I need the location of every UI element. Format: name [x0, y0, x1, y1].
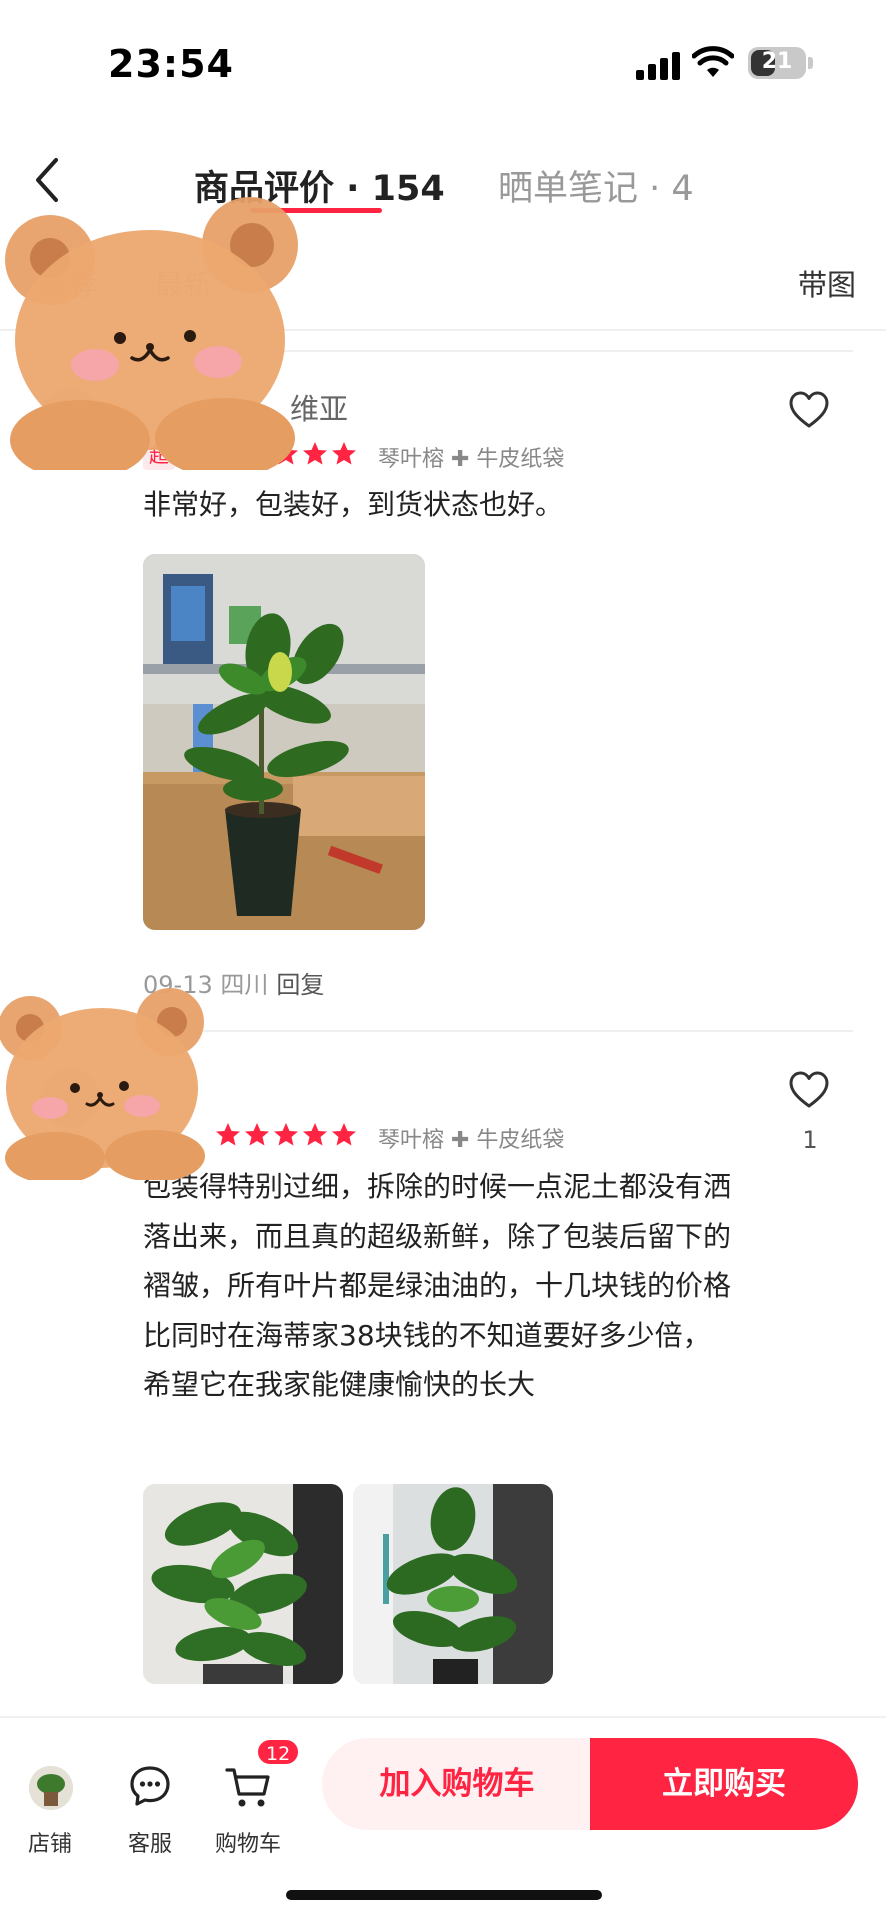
chat-bubble-icon: [130, 1766, 170, 1806]
sku-variant: 琴叶榕 ✚ 牛皮纸袋: [378, 447, 565, 472]
star-icon: [303, 442, 327, 465]
home-indicator: [286, 1890, 602, 1900]
buy-now-button[interactable]: 立即购买: [590, 1738, 858, 1830]
shopping-cart-icon: [225, 1768, 270, 1807]
bear-sticker: [5, 197, 298, 470]
heart-outline-icon[interactable]: [788, 390, 830, 430]
tab-notes[interactable]: 晒单笔记 · 4: [498, 160, 694, 211]
wifi-icon: [692, 46, 734, 77]
store-avatar: [29, 1766, 73, 1810]
review-text: 包装得特别过细，拆除的时候一点泥土都没有洒落出来，而且真的超级新鲜，除了包装后留…: [143, 1170, 732, 1401]
star-icon: [245, 1123, 269, 1146]
filter-with-image[interactable]: 带图: [798, 262, 856, 304]
star-icon: [303, 1123, 327, 1146]
status-bar: 23:54 21: [0, 0, 886, 130]
review-photo[interactable]: [143, 1484, 343, 1684]
battery-tip: [808, 57, 813, 69]
service-label: 客服: [127, 1832, 172, 1857]
star-icon: [332, 442, 356, 465]
star-icon: [332, 1123, 356, 1146]
rating-stars: [214, 1121, 364, 1149]
like-count: 1: [802, 1126, 818, 1154]
bear-sticker: [0, 988, 205, 1180]
battery-level: 21: [761, 49, 793, 74]
sku-variant: 琴叶榕 ✚ 牛皮纸袋: [378, 1128, 565, 1153]
review-photo[interactable]: [143, 554, 425, 930]
star-icon: [216, 1123, 240, 1146]
store-label: 店铺: [27, 1832, 72, 1857]
cellular-signal-icon: [636, 50, 682, 80]
cart-label: 购物车: [214, 1832, 281, 1857]
review-divider: [143, 1030, 853, 1032]
star-icon: [274, 1123, 298, 1146]
review-photo[interactable]: [353, 1484, 553, 1684]
add-to-cart-button[interactable]: 加入购物车: [322, 1738, 592, 1830]
cart-count-badge: 12: [256, 1738, 301, 1766]
reply-button[interactable]: 回复: [276, 971, 324, 999]
battery-icon: 21: [748, 47, 806, 79]
review-text: 非常好，包装好，到货状态也好。: [143, 488, 564, 521]
heart-outline-icon[interactable]: [788, 1070, 830, 1110]
status-time: 23:54: [108, 42, 234, 86]
